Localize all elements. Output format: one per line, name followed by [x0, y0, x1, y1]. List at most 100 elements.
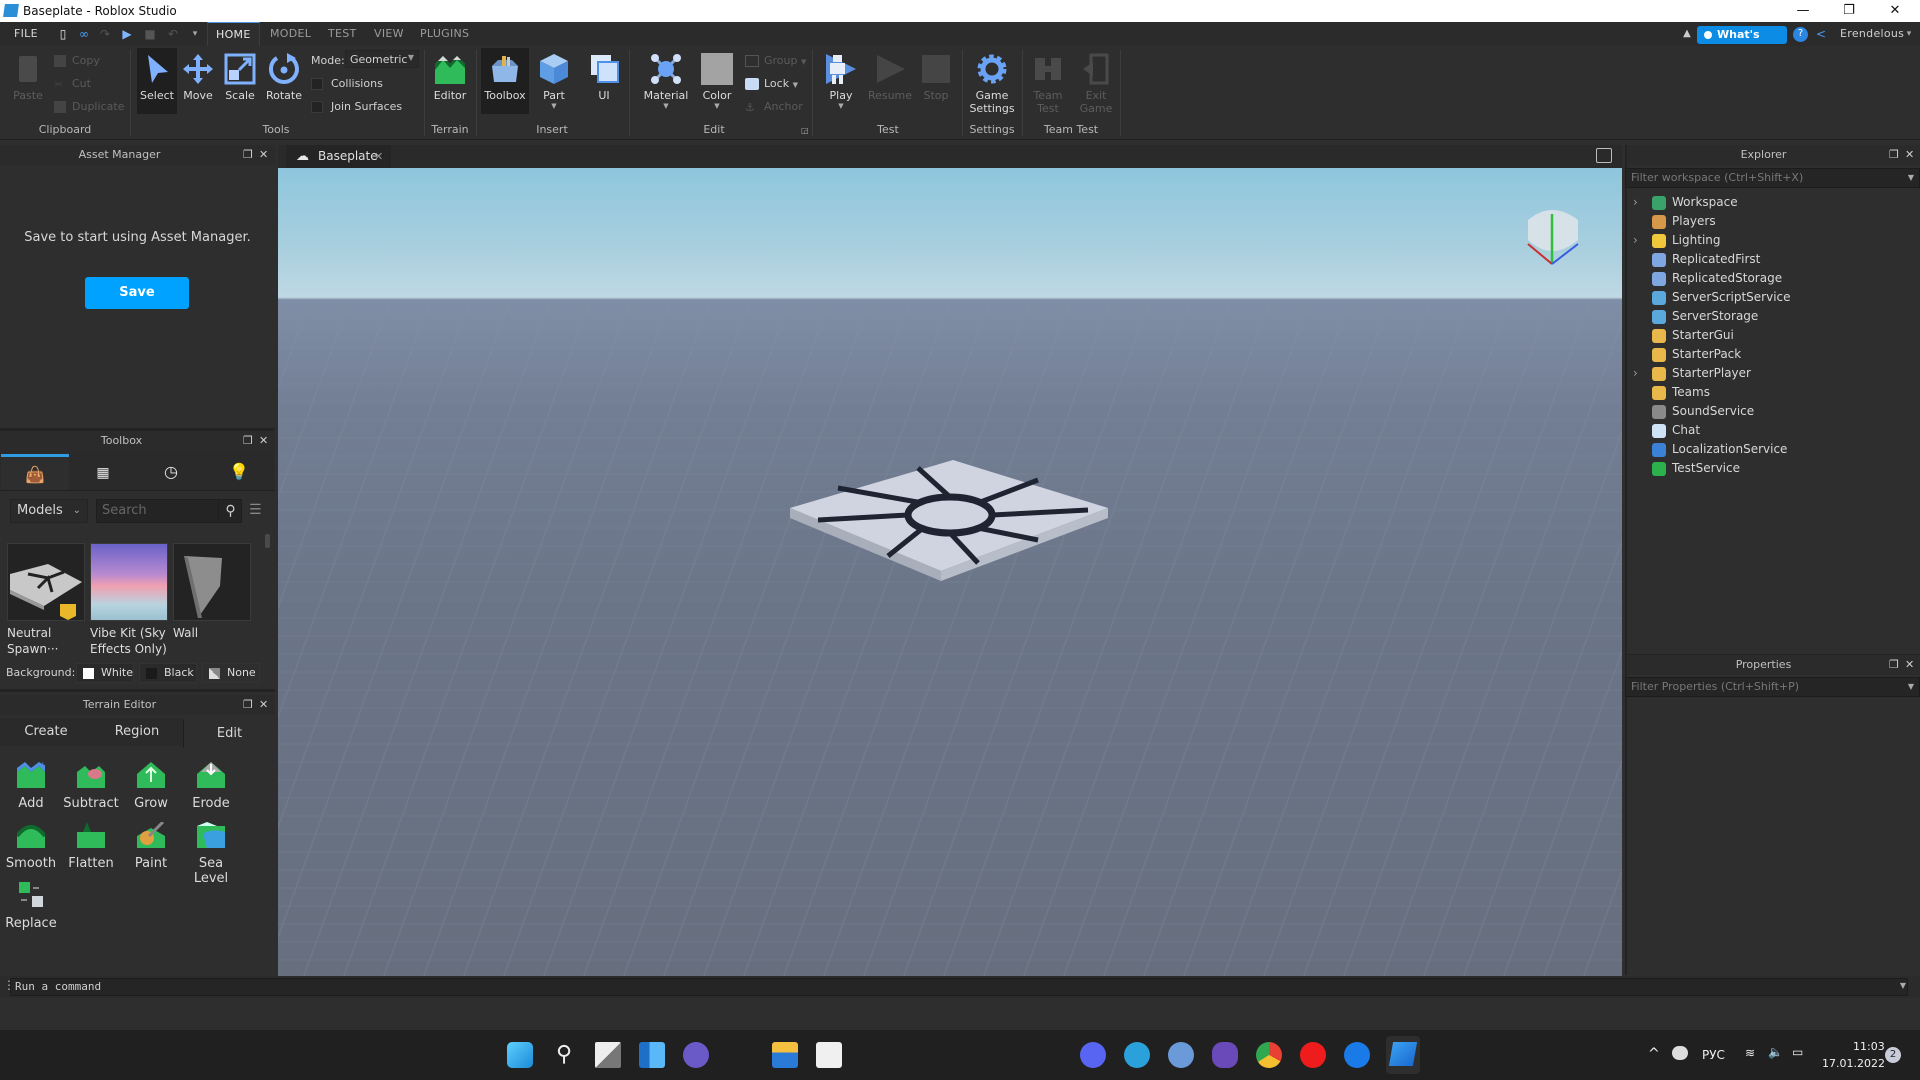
terrain-replace-tool[interactable]: Replace [1, 882, 61, 931]
toolbox-tab-recent[interactable]: ◷ [137, 454, 205, 490]
explorer-item-lighting[interactable]: › Lighting [1625, 231, 1920, 250]
float-panel-icon[interactable]: ❐ [1889, 145, 1899, 165]
command-input[interactable]: Run a command [10, 978, 1908, 996]
whats-new-button[interactable]: What's New [1697, 26, 1787, 59]
view-selector-cube[interactable] [1520, 200, 1584, 266]
explorer-item-workspace[interactable]: › Workspace [1625, 193, 1920, 212]
terrain-smooth-tool[interactable]: Smooth [1, 822, 61, 871]
part-button[interactable]: Part ▼ [536, 52, 572, 110]
toolbox-tab-inventory[interactable]: ▦ [69, 454, 137, 490]
move-tool-button[interactable]: Move [178, 52, 218, 102]
terrain-erode-tool[interactable]: Erode [181, 762, 241, 811]
terrain-add-tool[interactable]: + Add [1, 761, 61, 811]
expand-chevron-icon[interactable]: › [1633, 231, 1638, 250]
telegram-icon[interactable] [1124, 1042, 1150, 1068]
panel-splitter[interactable] [0, 689, 275, 692]
properties-filter-input[interactable]: Filter Properties (Ctrl+Shift+P) ▼ [1625, 677, 1920, 697]
explorer-item-serverstorage[interactable]: ServerStorage [1625, 307, 1920, 326]
material-button[interactable]: Material ▼ [640, 52, 692, 110]
paste-button[interactable]: Paste [8, 52, 48, 102]
obsidian-icon[interactable] [1212, 1042, 1238, 1068]
toolbox-button[interactable]: Toolbox [481, 48, 529, 114]
part-dropdown-icon[interactable]: ▼ [536, 102, 572, 110]
undo-icon[interactable]: ↶ [166, 27, 180, 41]
minimize-button[interactable]: — [1780, 0, 1826, 22]
explorer-item-testservice[interactable]: TestService [1625, 459, 1920, 478]
device-emulator-icon[interactable] [1596, 148, 1612, 163]
clock-date[interactable]: 17.01.2022 [1822, 1057, 1885, 1070]
terrain-sea-level-tool[interactable]: Sea Level [181, 822, 241, 886]
microsoft-store-icon[interactable] [816, 1042, 842, 1068]
background-none-option[interactable]: None [202, 663, 260, 683]
explorer-item-replicatedstorage[interactable]: ReplicatedStorage [1625, 269, 1920, 288]
explorer-item-chat[interactable]: Chat [1625, 421, 1920, 440]
document-tab-baseplate[interactable]: ☁ Baseplate ✕ [286, 145, 391, 168]
file-menu[interactable]: FILE [6, 22, 46, 46]
team-test-button[interactable]: Team Test [1030, 52, 1066, 115]
resume-button[interactable]: Resume [866, 52, 914, 102]
tab-plugins[interactable]: PLUGINS [412, 22, 477, 46]
tab-home[interactable]: HOME [207, 22, 260, 46]
explorer-item-starterpack[interactable]: StarterPack [1625, 345, 1920, 364]
toolbox-tab-creations[interactable]: 💡 [205, 454, 273, 490]
chevron-down-icon[interactable]: ▼ [1900, 981, 1906, 990]
notification-count-badge[interactable]: 2 [1885, 1047, 1901, 1063]
qbittorrent-icon[interactable] [1168, 1042, 1194, 1068]
roblox-player-icon[interactable] [1344, 1042, 1370, 1068]
terrain-flatten-tool[interactable]: Flatten [61, 822, 121, 871]
background-white-option[interactable]: White [76, 663, 134, 683]
terrain-tab-create[interactable]: Create [0, 718, 92, 746]
mode-dropdown[interactable]: Geometric ▼ [345, 50, 419, 68]
close-panel-icon[interactable]: ✕ [1905, 655, 1914, 675]
color-dropdown-icon[interactable]: ▼ [697, 102, 737, 110]
asset-name[interactable]: Wall [173, 625, 259, 641]
explorer-item-serverscriptservice[interactable]: ServerScriptService [1625, 288, 1920, 307]
exit-game-button[interactable]: Exit Game [1078, 52, 1114, 115]
anchor-button[interactable]: ⚓ Anchor [745, 100, 803, 114]
close-tab-icon[interactable]: ✕ [374, 145, 383, 168]
search-icon[interactable]: ⚲ [218, 500, 242, 522]
ui-button[interactable]: UI [584, 52, 624, 102]
task-view-icon[interactable] [595, 1042, 621, 1068]
float-panel-icon[interactable]: ❐ [1889, 655, 1899, 675]
scale-tool-button[interactable]: Scale [220, 52, 260, 102]
tab-model[interactable]: MODEL [262, 22, 319, 46]
user-dropdown-icon[interactable]: ▾ [1902, 27, 1916, 41]
filter-sliders-icon[interactable]: ☰ [249, 502, 262, 518]
save-button[interactable]: Save [85, 277, 189, 309]
explorer-item-replicatedfirst[interactable]: ReplicatedFirst [1625, 250, 1920, 269]
explorer-item-startergui[interactable]: StarterGui [1625, 326, 1920, 345]
user-menu[interactable]: Erendelous [1832, 22, 1912, 46]
rotate-tool-button[interactable]: Rotate [262, 52, 306, 102]
terrain-editor-button[interactable]: Editor [428, 52, 472, 102]
float-panel-icon[interactable]: ❐ [243, 431, 253, 451]
close-panel-icon[interactable]: ✕ [1905, 145, 1914, 165]
explorer-item-localizationservice[interactable]: LocalizationService [1625, 440, 1920, 459]
terrain-paint-tool[interactable]: Paint [121, 820, 181, 871]
tab-view[interactable]: VIEW [366, 22, 412, 46]
asset-thumbnail-wall[interactable] [173, 543, 251, 621]
select-tool-button[interactable]: Select [137, 48, 177, 114]
background-black-option[interactable]: Black [139, 663, 197, 683]
float-panel-icon[interactable]: ❐ [243, 695, 253, 715]
stop-button[interactable]: Stop [918, 52, 954, 102]
widgets-icon[interactable] [639, 1042, 665, 1068]
show-hidden-icons-chevron[interactable]: ^ [1648, 1046, 1660, 1062]
file-explorer-icon[interactable] [772, 1042, 798, 1068]
explorer-item-teams[interactable]: Teams [1625, 383, 1920, 402]
copy-button[interactable]: Copy [54, 54, 100, 67]
group-button[interactable]: Group ▼ [745, 54, 806, 67]
duplicate-button[interactable]: Duplicate [54, 100, 124, 113]
help-icon[interactable]: ? [1793, 27, 1808, 42]
asset-name[interactable]: Neutral Spawn··· [7, 625, 93, 657]
float-panel-icon[interactable]: ❐ [243, 145, 253, 165]
play-dropdown-icon[interactable]: ▼ [822, 102, 860, 110]
join-surfaces-checkbox[interactable]: Join Surfaces [311, 100, 402, 113]
stop-icon[interactable]: ■ [143, 27, 157, 41]
terrain-tab-edit[interactable]: Edit [183, 720, 275, 748]
teams-chat-icon[interactable] [683, 1042, 709, 1068]
chrome-icon[interactable] [1256, 1042, 1282, 1068]
maximize-button[interactable]: ❐ [1826, 0, 1872, 22]
volume-icon[interactable]: 🔈 [1768, 1045, 1783, 1059]
toolbox-scrollbar[interactable] [265, 534, 270, 548]
